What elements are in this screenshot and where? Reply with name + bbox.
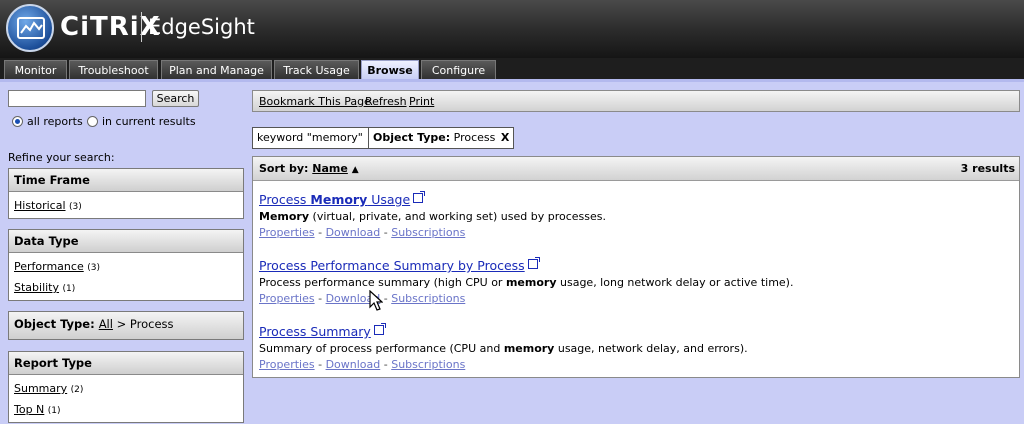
result-title-link[interactable]: Process Summary xyxy=(259,324,371,339)
radio-all-reports-label: all reports xyxy=(27,115,83,128)
result-description: Memory (virtual, private, and working se… xyxy=(259,210,606,223)
facet-count: (2) xyxy=(70,385,84,395)
tab-browse[interactable]: Browse xyxy=(361,60,419,80)
facet-count: (3) xyxy=(87,263,100,273)
result-title-link[interactable]: Process Memory Usage xyxy=(259,192,410,207)
tab-plan-and-manage[interactable]: Plan and Manage xyxy=(161,60,272,80)
radio-current-results-label: in current results xyxy=(102,115,196,128)
citrix-logo-icon xyxy=(6,4,54,52)
result-actions: Properties - Download - Subscriptions xyxy=(259,292,466,305)
radio-current-results[interactable] xyxy=(87,116,98,127)
mouse-pointer-icon xyxy=(369,289,384,315)
print-link[interactable]: Print xyxy=(409,95,434,108)
tab-configure[interactable]: Configure xyxy=(421,60,496,80)
brand-separator xyxy=(141,12,142,42)
facet-time-frame-title: Time Frame xyxy=(9,169,243,192)
filter-chip-label-bold: Object Type: xyxy=(373,131,451,144)
page-toolbar: Bookmark This Page Refresh Print xyxy=(252,90,1020,112)
facet-count: (1) xyxy=(47,406,61,416)
results-panel: Sort by: Name ▲ 3 results Process Memory… xyxy=(252,156,1020,378)
radio-all-reports[interactable] xyxy=(12,116,23,127)
facet-report-type-title: Report Type xyxy=(9,352,243,375)
result-item: Process Memory Usage Memory (virtual, pr… xyxy=(259,191,606,239)
download-link[interactable]: Download xyxy=(326,358,381,371)
brand-logo-text: CiTRiX xyxy=(60,12,161,42)
facet-data-type: Data Type Performance (3) Stability (1) xyxy=(8,229,244,301)
facet-item-performance: Performance (3) xyxy=(9,256,243,277)
result-description: Summary of process performance (CPU and … xyxy=(259,342,748,355)
facet-link-performance[interactable]: Performance xyxy=(14,260,84,273)
facet-link-summary[interactable]: Summary xyxy=(14,382,67,395)
facet-object-type-title: Object Type: All > Process xyxy=(9,312,243,339)
facet-count: (3) xyxy=(69,202,82,212)
sort-bar: Sort by: Name ▲ 3 results xyxy=(253,157,1019,181)
result-item: Process Performance Summary by Process P… xyxy=(259,257,794,305)
object-type-current: > Process xyxy=(112,317,174,331)
product-name: EdgeSight xyxy=(148,15,255,39)
main-tab-bar: Monitor Troubleshoot Plan and Manage Tra… xyxy=(0,58,1024,80)
facet-link-historical[interactable]: Historical xyxy=(14,199,66,212)
subscriptions-link[interactable]: Subscriptions xyxy=(391,292,465,305)
results-count: 3 results xyxy=(960,162,1015,175)
result-title-link[interactable]: Process Performance Summary by Process xyxy=(259,258,525,273)
subscriptions-link[interactable]: Subscriptions xyxy=(391,226,465,239)
search-button[interactable]: Search xyxy=(152,90,199,107)
filter-chip-label: keyword "memory" xyxy=(257,131,363,144)
properties-link[interactable]: Properties xyxy=(259,226,315,239)
properties-link[interactable]: Properties xyxy=(259,358,315,371)
search-input[interactable] xyxy=(8,90,146,107)
sort-by-name-link[interactable]: Name xyxy=(312,162,348,175)
tab-track-usage[interactable]: Track Usage xyxy=(274,60,359,80)
object-type-all-link[interactable]: All xyxy=(99,317,113,331)
tab-underline xyxy=(0,79,1024,82)
bookmark-link[interactable]: Bookmark This Page xyxy=(259,95,371,108)
remove-filter-button[interactable]: X xyxy=(501,131,509,144)
app-header: CiTRiX EdgeSight xyxy=(0,0,1024,58)
refine-label: Refine your search: xyxy=(8,151,115,164)
tab-monitor[interactable]: Monitor xyxy=(4,60,67,80)
result-actions: Properties - Download - Subscriptions xyxy=(259,358,466,371)
filter-chip-object-type: Object Type: Process X xyxy=(368,127,515,149)
object-type-prefix: Object Type: xyxy=(14,317,99,331)
download-link[interactable]: Download xyxy=(326,226,381,239)
tab-troubleshoot[interactable]: Troubleshoot xyxy=(69,60,158,80)
subscriptions-link[interactable]: Subscriptions xyxy=(391,358,465,371)
sort-label: Sort by: xyxy=(259,162,309,175)
facet-time-frame: Time Frame Historical (3) xyxy=(8,168,244,219)
properties-link[interactable]: Properties xyxy=(259,292,315,305)
facet-link-top-n[interactable]: Top N xyxy=(14,403,44,416)
filter-chip-keyword: keyword "memory" X xyxy=(252,127,382,149)
facet-item-historical: Historical (3) xyxy=(9,195,243,216)
facet-object-type: Object Type: All > Process xyxy=(8,311,244,340)
result-item: Process Summary Summary of process perfo… xyxy=(259,323,748,371)
facet-data-type-title: Data Type xyxy=(9,230,243,253)
facet-item-top-n: Top N (1) xyxy=(9,399,243,420)
facet-link-stability[interactable]: Stability xyxy=(14,281,59,294)
result-actions: Properties - Download - Subscriptions xyxy=(259,226,466,239)
external-link-icon[interactable] xyxy=(527,257,540,269)
facet-count: (1) xyxy=(62,284,76,294)
refresh-link[interactable]: Refresh xyxy=(365,95,407,108)
facet-item-stability: Stability (1) xyxy=(9,277,243,298)
facet-report-type: Report Type Summary (2) Top N (1) xyxy=(8,351,244,423)
result-description: Process performance summary (high CPU or… xyxy=(259,276,794,289)
external-link-icon[interactable] xyxy=(373,323,386,335)
external-link-icon[interactable] xyxy=(413,191,426,203)
sort-ascending-icon: ▲ xyxy=(351,165,359,175)
filter-chip-label: Process xyxy=(450,131,496,144)
facet-item-summary: Summary (2) xyxy=(9,378,243,399)
